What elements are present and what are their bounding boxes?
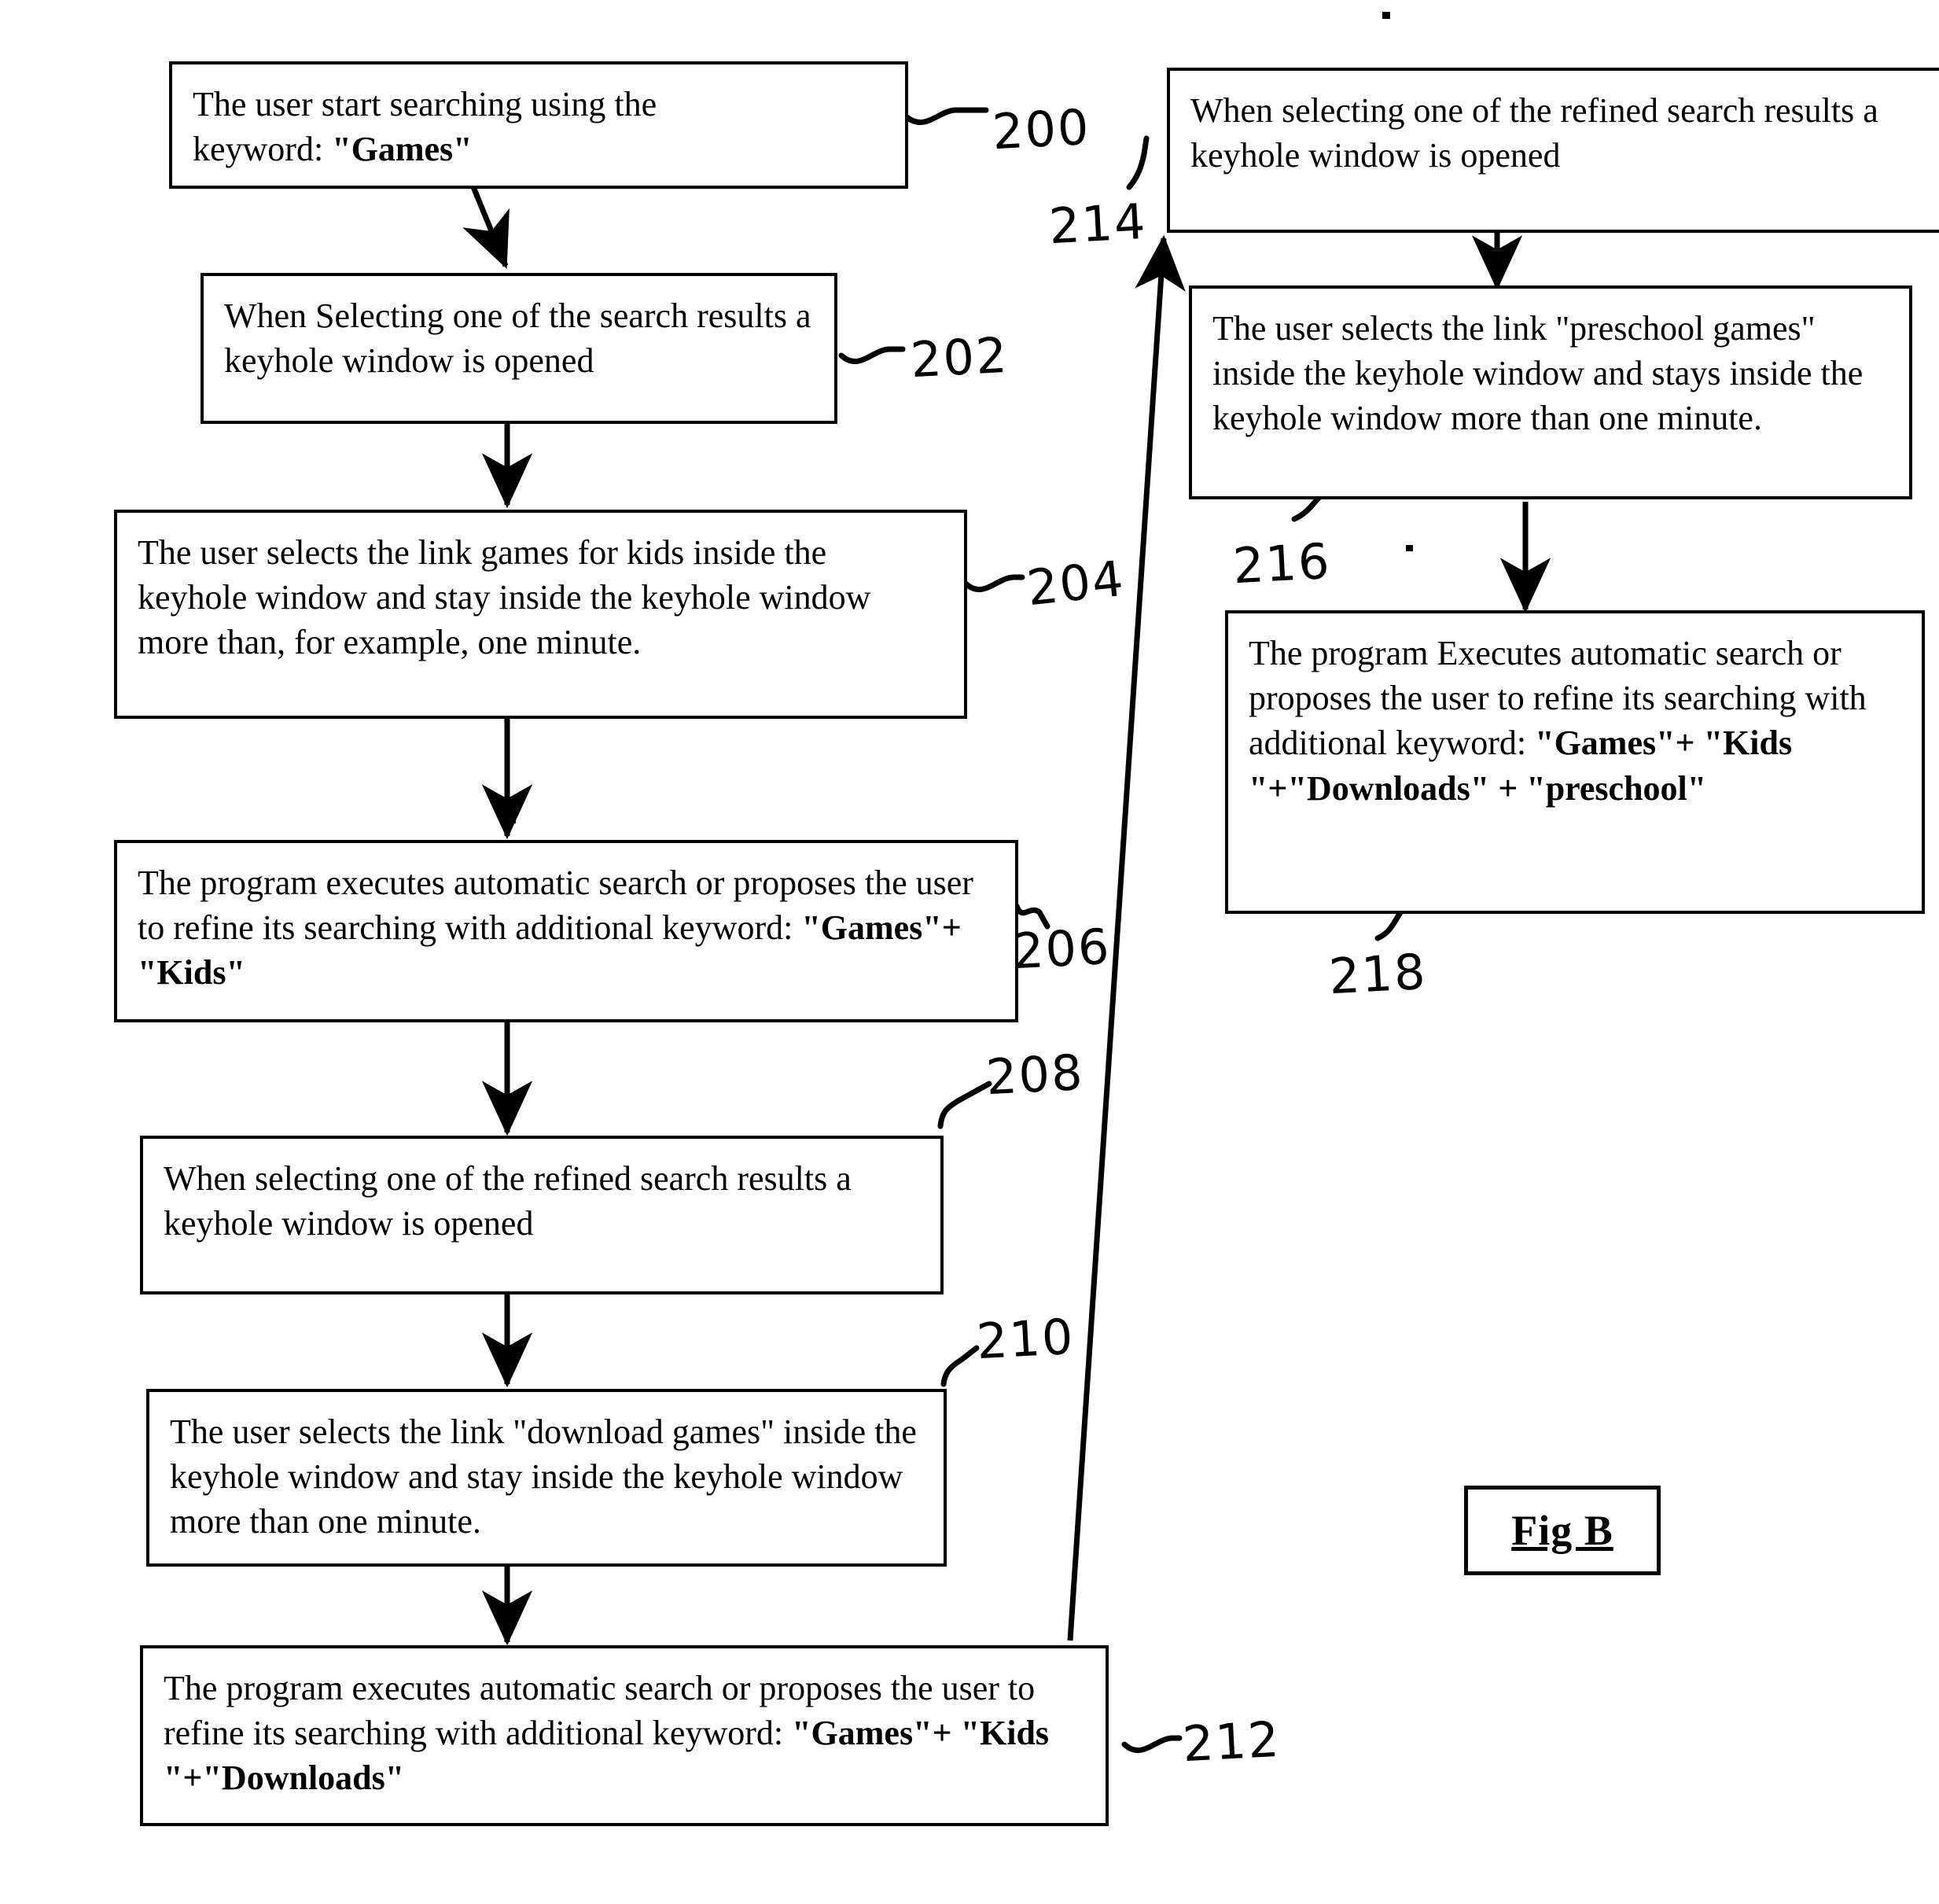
- node-206-text: The program executes automatic search or…: [138, 860, 995, 996]
- node-204-text: The user selects the link games for kids…: [138, 533, 871, 662]
- leader-208: [937, 1081, 992, 1129]
- ref-206: 206: [1011, 917, 1113, 981]
- ref-216: 216: [1231, 532, 1333, 595]
- leader-202: [838, 346, 906, 364]
- ref-208: 208: [984, 1043, 1086, 1107]
- node-212: The program executes automatic search or…: [140, 1645, 1109, 1826]
- ref-200: 200: [991, 98, 1092, 161]
- node-214-text: When selecting one of the refined search…: [1190, 91, 1878, 175]
- ref-210: 210: [975, 1307, 1076, 1371]
- node-200-line2-prefix: keyword:: [193, 130, 333, 169]
- node-208: When selecting one of the refined search…: [140, 1136, 944, 1294]
- node-204: The user selects the link games for kids…: [114, 510, 967, 719]
- node-202: When Selecting one of the search results…: [201, 273, 837, 424]
- figure-caption-text: Fig B: [1511, 1507, 1613, 1554]
- ref-214: 214: [1047, 192, 1149, 256]
- node-216-text: The user selects the link "preschool gam…: [1212, 309, 1864, 438]
- connector-200-202: [462, 178, 510, 269]
- node-216: The user selects the link "preschool gam…: [1189, 285, 1912, 499]
- node-218-text: The program Executes automatic search or…: [1249, 631, 1901, 811]
- node-210-text: The user selects the link "download game…: [170, 1412, 917, 1541]
- ref-218: 218: [1327, 942, 1429, 1006]
- node-200-line1: The user start searching using the: [193, 85, 657, 123]
- node-200-line2: keyword: "Games": [193, 127, 885, 171]
- leader-212: [1121, 1735, 1183, 1753]
- leader-214: [1126, 135, 1150, 190]
- ref-204: 204: [1024, 549, 1128, 617]
- node-202-text: When Selecting one of the search results…: [224, 296, 811, 381]
- patent-figure-page: The user start searching using the keywo…: [0, 0, 1939, 1904]
- node-200: The user start searching using the keywo…: [169, 61, 908, 190]
- node-214: When selecting one of the refined search…: [1167, 68, 1939, 233]
- node-210: The user selects the link "download game…: [146, 1389, 947, 1567]
- ref-202: 202: [909, 326, 1010, 389]
- node-218: The program Executes automatic search or…: [1225, 610, 1925, 914]
- node-200-keyword: "Games": [332, 130, 473, 169]
- node-212-text: The program executes automatic search or…: [164, 1666, 1085, 1801]
- ref-212: 212: [1181, 1710, 1282, 1773]
- node-208-text: When selecting one of the refined search…: [164, 1159, 852, 1243]
- figure-caption-box: Fig B: [1464, 1486, 1661, 1575]
- leader-200: [903, 107, 989, 125]
- leader-204: [962, 574, 1025, 592]
- leader-210: [940, 1345, 980, 1387]
- node-206: The program executes automatic search or…: [114, 840, 1018, 1022]
